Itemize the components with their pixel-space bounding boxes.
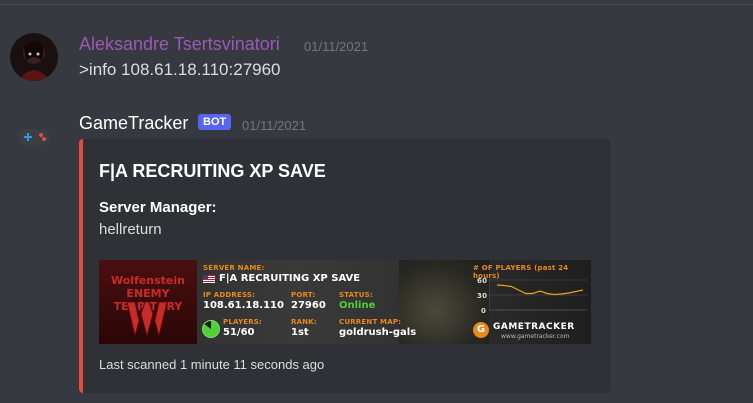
message-content: >info 108.61.18.110:27960 xyxy=(79,60,281,79)
embed-footer: Last scanned 1 minute 11 seconds ago xyxy=(99,357,325,372)
bot-badge: BOT xyxy=(198,114,232,130)
server-banner-image[interactable]: Wolfenstein ENEMY TERRITORY SERVER NAME:… xyxy=(99,260,591,344)
embed-field-name: Server Manager: xyxy=(99,199,217,216)
map-label: CURRENT MAP: xyxy=(339,318,402,326)
graph-tick-0: 0 xyxy=(481,307,487,315)
game-logo: Wolfenstein ENEMY TERRITORY xyxy=(99,260,197,344)
port-value: 27960 xyxy=(291,300,326,311)
gametracker-url: www.gametracker.com xyxy=(501,333,570,340)
gametracker-logo-icon: G xyxy=(473,322,489,338)
players-value: 51/60 xyxy=(223,327,255,338)
bot-username[interactable]: GameTracker xyxy=(79,113,188,134)
rank-label: RANK: xyxy=(291,318,317,326)
players-label: PLAYERS: xyxy=(223,318,263,326)
user-avatar[interactable] xyxy=(10,33,58,81)
embed-accent-bar xyxy=(79,139,83,393)
server-name-label: SERVER NAME: xyxy=(203,264,265,272)
graph-tick-30: 30 xyxy=(477,292,488,300)
graph-tick-60: 60 xyxy=(477,277,488,285)
rank-value: 1st xyxy=(291,327,309,338)
player-history-graph xyxy=(489,278,587,311)
map-value: goldrush-gals xyxy=(339,327,417,338)
wolf-emblem-icon xyxy=(126,301,168,338)
message-timestamp: 01/11/2021 xyxy=(242,118,307,133)
status-value: Online xyxy=(339,300,376,311)
embed-field-value: hellreturn xyxy=(99,221,162,238)
gametracker-brand: GAMETRACKER xyxy=(493,322,575,332)
server-name-value: F|A RECRUITING XP SAVE xyxy=(219,273,361,284)
gamepad-icon[interactable] xyxy=(10,112,58,160)
us-flag-icon xyxy=(203,275,215,283)
player-count-line xyxy=(496,284,584,296)
players-pie-icon xyxy=(202,320,220,338)
embed-title: F|A RECRUITING XP SAVE xyxy=(99,161,326,181)
ip-label: IP ADDRESS: xyxy=(203,291,256,299)
divider xyxy=(0,4,753,5)
username[interactable]: Aleksandre Tsertsvinatori xyxy=(79,34,280,55)
status-label: STATUS: xyxy=(339,291,373,299)
port-label: PORT: xyxy=(291,291,316,299)
ip-value: 108.61.18.110 xyxy=(203,300,284,311)
message-timestamp: 01/11/2021 xyxy=(304,39,369,54)
server-embed: F|A RECRUITING XP SAVE Server Manager: h… xyxy=(79,139,611,393)
